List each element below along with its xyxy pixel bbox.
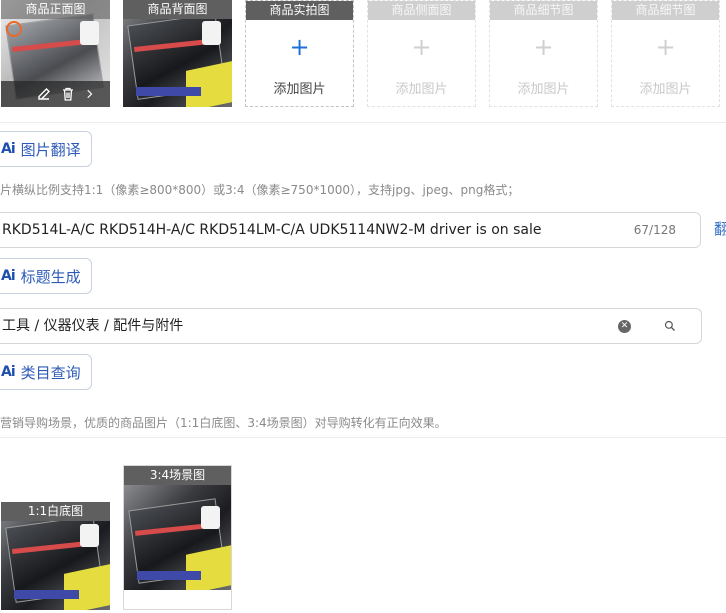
title-generate-label: 标题生成 xyxy=(20,267,81,286)
ai-icon: Ai xyxy=(1,141,16,157)
image-slot-detail-1: 商品细节图 + 添加图片 xyxy=(489,0,598,107)
slot-label: 商品细节图 xyxy=(612,1,719,20)
slot-label: 商品正面图 xyxy=(1,0,110,19)
product-title-input[interactable]: RKD514L-A/C RKD514H-A/C RKD514LM-C/A UDK… xyxy=(0,212,701,248)
title-generate-button[interactable]: Ai 标题生成 xyxy=(0,258,92,294)
orange-watermark-icon xyxy=(6,21,22,37)
search-icon xyxy=(664,320,675,331)
plus-icon: + xyxy=(411,33,432,61)
scene-image-hint: 营销导购场景，优质的商品图片（1:1白底图、3:4场景图）对导购转化有正向效果。 xyxy=(0,416,447,430)
category-input[interactable]: 工具 / 仪器仪表 / 配件与附件 ✕ xyxy=(0,308,644,344)
image-slot-side: 商品侧面图 + 添加图片 xyxy=(367,0,476,107)
scene-product-photo xyxy=(124,485,231,590)
slot-label: 商品背面图 xyxy=(123,0,232,19)
category-query-button[interactable]: Ai 类目查询 xyxy=(0,354,92,390)
divider xyxy=(0,122,726,123)
image-translate-button[interactable]: Ai 图片翻译 xyxy=(0,131,92,167)
add-image-label: 添加图片 xyxy=(395,82,448,97)
slot-label: 商品侧面图 xyxy=(368,1,475,20)
scene-label: 1:1白底图 xyxy=(1,502,110,521)
image-slot-front[interactable]: 商品正面图 xyxy=(1,0,110,107)
image-format-hint: 片横纵比例支持1:1（像素≥800*800）或3:4（像素≥750*1000），… xyxy=(0,183,520,197)
thumbnail-toolbar xyxy=(1,81,110,107)
add-image-label: 添加图片 xyxy=(517,82,570,97)
ai-icon: Ai xyxy=(1,268,16,284)
category-search-button[interactable] xyxy=(643,308,702,344)
delete-icon[interactable] xyxy=(60,86,76,102)
category-query-label: 类目查询 xyxy=(20,363,81,382)
category-value: 工具 / 仪器仪表 / 配件与附件 xyxy=(2,318,184,334)
edit-icon[interactable] xyxy=(36,86,52,102)
clear-icon[interactable]: ✕ xyxy=(618,320,631,333)
slot-label: 商品细节图 xyxy=(490,1,597,20)
divider xyxy=(0,437,726,438)
image-slot-back[interactable]: 商品背面图 xyxy=(123,0,232,107)
image-slot-live[interactable]: 商品实拍图 + 添加图片 xyxy=(245,0,354,107)
chevron-right-icon[interactable] xyxy=(84,86,96,102)
translate-link[interactable]: 翻 xyxy=(714,218,726,239)
plus-icon: + xyxy=(655,33,676,61)
plus-icon: + xyxy=(289,33,310,61)
image-translate-label: 图片翻译 xyxy=(20,140,81,159)
add-image-label: 添加图片 xyxy=(639,82,692,97)
white-background-image[interactable]: 1:1白底图 xyxy=(1,502,110,610)
product-title-value: RKD514L-A/C RKD514H-A/C RKD514LM-C/A UDK… xyxy=(2,222,542,238)
scene-label: 3:4场景图 xyxy=(124,466,231,485)
slot-label: 商品实拍图 xyxy=(246,1,353,20)
plus-icon: + xyxy=(533,33,554,61)
title-char-counter: 67/128 xyxy=(633,223,676,237)
scene-image-3-4[interactable]: 3:4场景图 xyxy=(123,465,232,610)
add-image-label: 添加图片 xyxy=(273,82,326,97)
ai-icon: Ai xyxy=(1,364,16,380)
image-slot-detail-2: 商品细节图 + 添加图片 xyxy=(611,0,720,107)
